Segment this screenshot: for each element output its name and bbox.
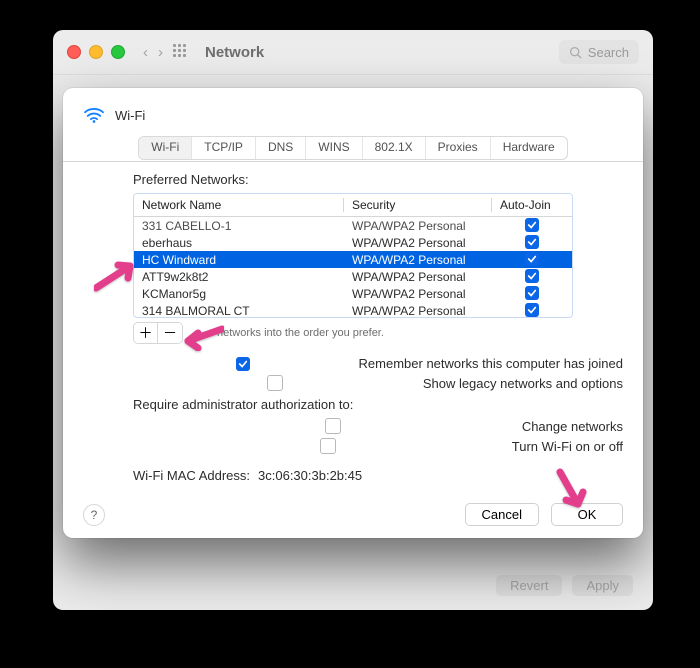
- mac-address-label: Wi-Fi MAC Address:: [133, 468, 250, 483]
- revert-button: Revert: [496, 575, 562, 596]
- mac-address-value: 3c:06:30:3b:2b:45: [258, 468, 362, 483]
- tab-hardware[interactable]: Hardware: [491, 137, 567, 159]
- forward-button[interactable]: ›: [158, 44, 163, 61]
- window-title: Network: [205, 44, 264, 61]
- checkbox-icon: [267, 375, 283, 391]
- checkbox-icon: [320, 438, 336, 454]
- toolbar: ‹ › Network Search: [53, 30, 653, 75]
- checkbox-icon: [236, 357, 250, 371]
- tab-8021x[interactable]: 802.1X: [363, 137, 426, 159]
- zoom-icon[interactable]: [111, 45, 125, 59]
- add-remove-controls: ＋ －: [133, 322, 183, 344]
- cell-security: WPA/WPA2 Personal: [344, 287, 492, 301]
- cell-autojoin[interactable]: [492, 303, 572, 317]
- annotation-arrow-icon: [552, 468, 588, 515]
- cell-network-name: KCManor5g: [134, 287, 344, 301]
- require-admin-label: Require administrator authorization to:: [133, 397, 623, 412]
- checkbox-icon: [525, 252, 539, 266]
- table-row[interactable]: HC WindwardWPA/WPA2 Personal: [134, 251, 572, 268]
- cell-security: WPA/WPA2 Personal: [344, 219, 492, 233]
- table-row[interactable]: KCManor5gWPA/WPA2 Personal: [134, 285, 572, 302]
- checkbox-icon: [525, 269, 539, 283]
- cell-autojoin[interactable]: [492, 235, 572, 250]
- remember-networks-checkbox[interactable]: Remember networks this computer has join…: [133, 356, 623, 371]
- cell-autojoin[interactable]: [492, 269, 572, 284]
- search-placeholder: Search: [588, 45, 629, 60]
- table-row[interactable]: ATT9w2k8t2WPA/WPA2 Personal: [134, 268, 572, 285]
- wifi-icon: [83, 106, 105, 124]
- tab-dns[interactable]: DNS: [256, 137, 306, 159]
- table-row[interactable]: 331 CABELLO-1WPA/WPA2 Personal: [134, 217, 572, 234]
- tab-tcpip[interactable]: TCP/IP: [192, 137, 256, 159]
- minimize-icon[interactable]: [89, 45, 103, 59]
- close-icon[interactable]: [67, 45, 81, 59]
- col-autojoin[interactable]: Auto-Join: [492, 198, 572, 212]
- cell-autojoin[interactable]: [492, 218, 572, 233]
- cell-security: WPA/WPA2 Personal: [344, 270, 492, 284]
- add-network-button[interactable]: ＋: [134, 323, 158, 343]
- checkbox-icon: [525, 303, 539, 317]
- drag-hint: networks into the order you prefer.: [217, 327, 384, 339]
- remove-network-button[interactable]: －: [158, 323, 182, 343]
- cell-network-name: eberhaus: [134, 236, 344, 250]
- grid-icon[interactable]: [173, 44, 189, 60]
- preferred-networks-label: Preferred Networks:: [133, 172, 623, 187]
- tab-wifi[interactable]: Wi-Fi: [139, 137, 192, 159]
- legacy-networks-checkbox[interactable]: Show legacy networks and options: [133, 375, 623, 391]
- window-controls[interactable]: [67, 45, 125, 59]
- checkbox-icon: [325, 418, 341, 434]
- cell-security: WPA/WPA2 Personal: [344, 236, 492, 250]
- cell-security: WPA/WPA2 Personal: [344, 304, 492, 318]
- col-network-name[interactable]: Network Name: [134, 198, 344, 212]
- preferred-networks-table[interactable]: Network Name Security Auto-Join 331 CABE…: [133, 193, 573, 318]
- search-input[interactable]: Search: [559, 40, 639, 64]
- table-row[interactable]: eberhausWPA/WPA2 Personal: [134, 234, 572, 251]
- table-row[interactable]: 314 BALMORAL CTWPA/WPA2 Personal: [134, 302, 572, 317]
- annotation-arrow-icon: [182, 325, 224, 354]
- cell-network-name: HC Windward: [134, 253, 344, 267]
- checkbox-icon: [525, 218, 539, 232]
- checkbox-icon: [525, 235, 539, 249]
- checkbox-icon: [525, 286, 539, 300]
- help-button[interactable]: ?: [83, 504, 105, 526]
- cell-autojoin[interactable]: [492, 252, 572, 267]
- table-head: Network Name Security Auto-Join: [134, 194, 572, 217]
- tab-row: Wi-Fi TCP/IP DNS WINS 802.1X Proxies Har…: [138, 136, 567, 160]
- tab-proxies[interactable]: Proxies: [426, 137, 491, 159]
- cell-network-name: ATT9w2k8t2: [134, 270, 344, 284]
- back-button[interactable]: ‹: [143, 44, 148, 61]
- cell-network-name: 331 CABELLO-1: [134, 219, 344, 233]
- cell-network-name: 314 BALMORAL CT: [134, 304, 344, 318]
- cancel-button[interactable]: Cancel: [465, 503, 539, 526]
- tab-bar: Wi-Fi TCP/IP DNS WINS 802.1X Proxies Har…: [63, 136, 643, 162]
- annotation-arrow-icon: [94, 260, 138, 295]
- col-security[interactable]: Security: [344, 198, 492, 212]
- tab-wins[interactable]: WINS: [306, 137, 362, 159]
- sheet-title: Wi-Fi: [115, 108, 145, 123]
- apply-button: Apply: [572, 575, 633, 596]
- cell-autojoin[interactable]: [492, 286, 572, 301]
- change-networks-checkbox[interactable]: Change networks: [151, 418, 623, 434]
- cell-security: WPA/WPA2 Personal: [344, 253, 492, 267]
- prefs-footer: Revert Apply: [496, 575, 633, 596]
- turn-wifi-checkbox[interactable]: Turn Wi-Fi on or off: [151, 438, 623, 454]
